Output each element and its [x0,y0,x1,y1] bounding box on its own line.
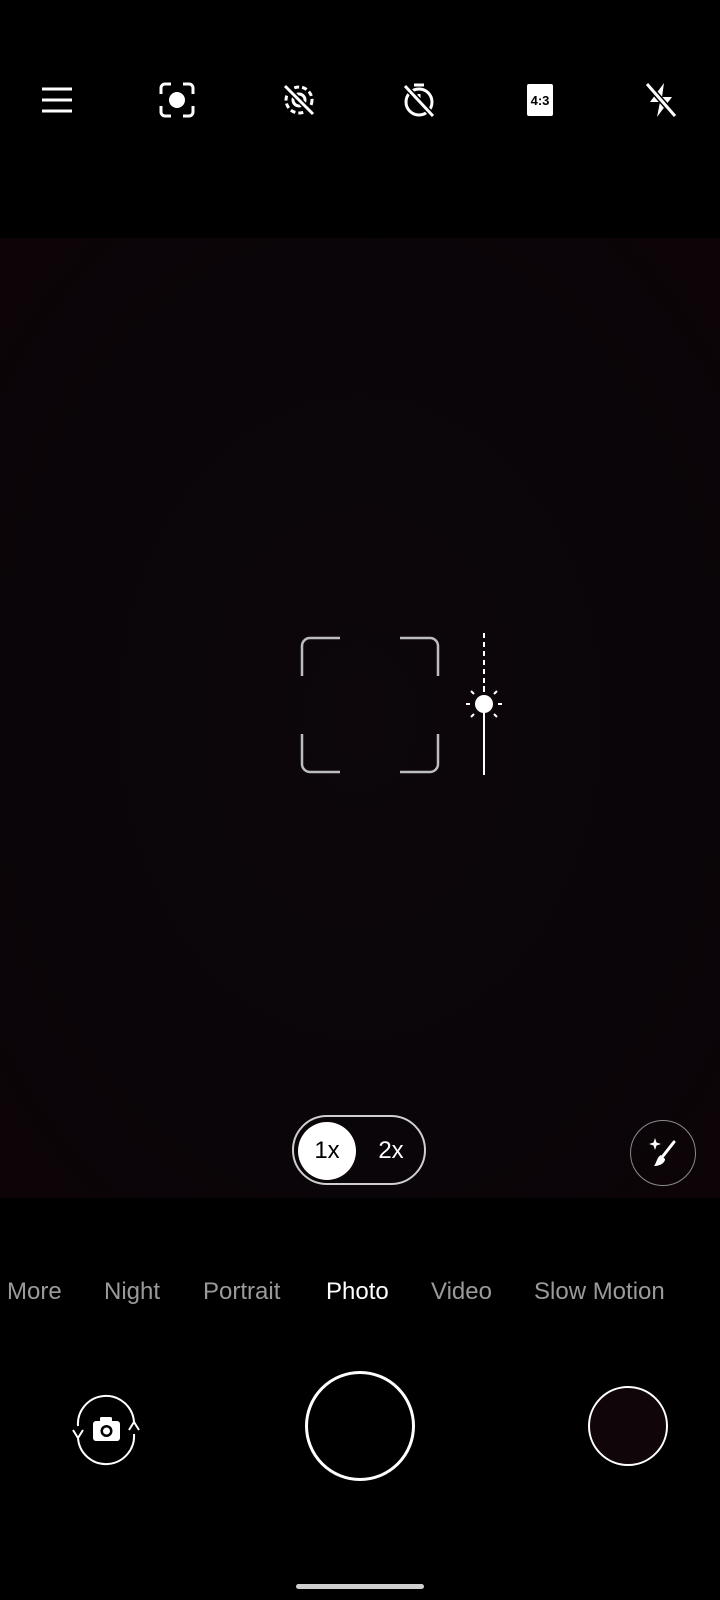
motion-off-icon [282,83,316,117]
scan-button[interactable] [151,74,203,126]
magic-brush-icon [649,1138,676,1166]
home-indicator[interactable] [296,1584,424,1589]
gallery-thumbnail[interactable] [588,1386,668,1466]
shutter-button[interactable] [305,1371,415,1481]
bottom-controls: More Night Portrait Photo Video Slow Mot… [0,1198,720,1600]
scan-focus-icon [159,82,195,118]
switch-camera-icon [72,1395,140,1465]
timer-button[interactable] [393,74,445,126]
motion-button[interactable] [273,74,325,126]
camera-viewfinder[interactable]: 1x 2x [0,238,720,1198]
flash-button[interactable] [635,74,687,126]
zoom-selector: 1x 2x [292,1115,426,1185]
exposure-slider[interactable] [460,633,508,775]
mode-photo[interactable]: Photo [326,1278,389,1306]
timer-off-icon [402,83,436,119]
top-toolbar: 4:3 [0,0,720,238]
flash-off-icon [644,82,678,118]
mode-video[interactable]: Video [431,1278,492,1306]
zoom-1x-button[interactable]: 1x [298,1122,356,1180]
switch-camera-button[interactable] [64,1388,148,1472]
focus-frame [300,636,440,774]
mode-more[interactable]: More [7,1278,62,1306]
beauty-enhance-button[interactable] [630,1120,696,1186]
menu-button[interactable] [31,74,83,126]
mode-portrait[interactable]: Portrait [203,1278,280,1306]
mode-night[interactable]: Night [104,1278,160,1306]
menu-icon [42,87,72,113]
aspect-ratio-label: 4:3 [530,92,550,108]
mode-slow-motion[interactable]: Slow Motion [534,1278,665,1306]
aspect-ratio-button[interactable]: 4:3 [514,74,566,126]
zoom-2x-button[interactable]: 2x [362,1122,420,1180]
mode-selector: More Night Portrait Photo Video Slow Mot… [0,1278,720,1318]
